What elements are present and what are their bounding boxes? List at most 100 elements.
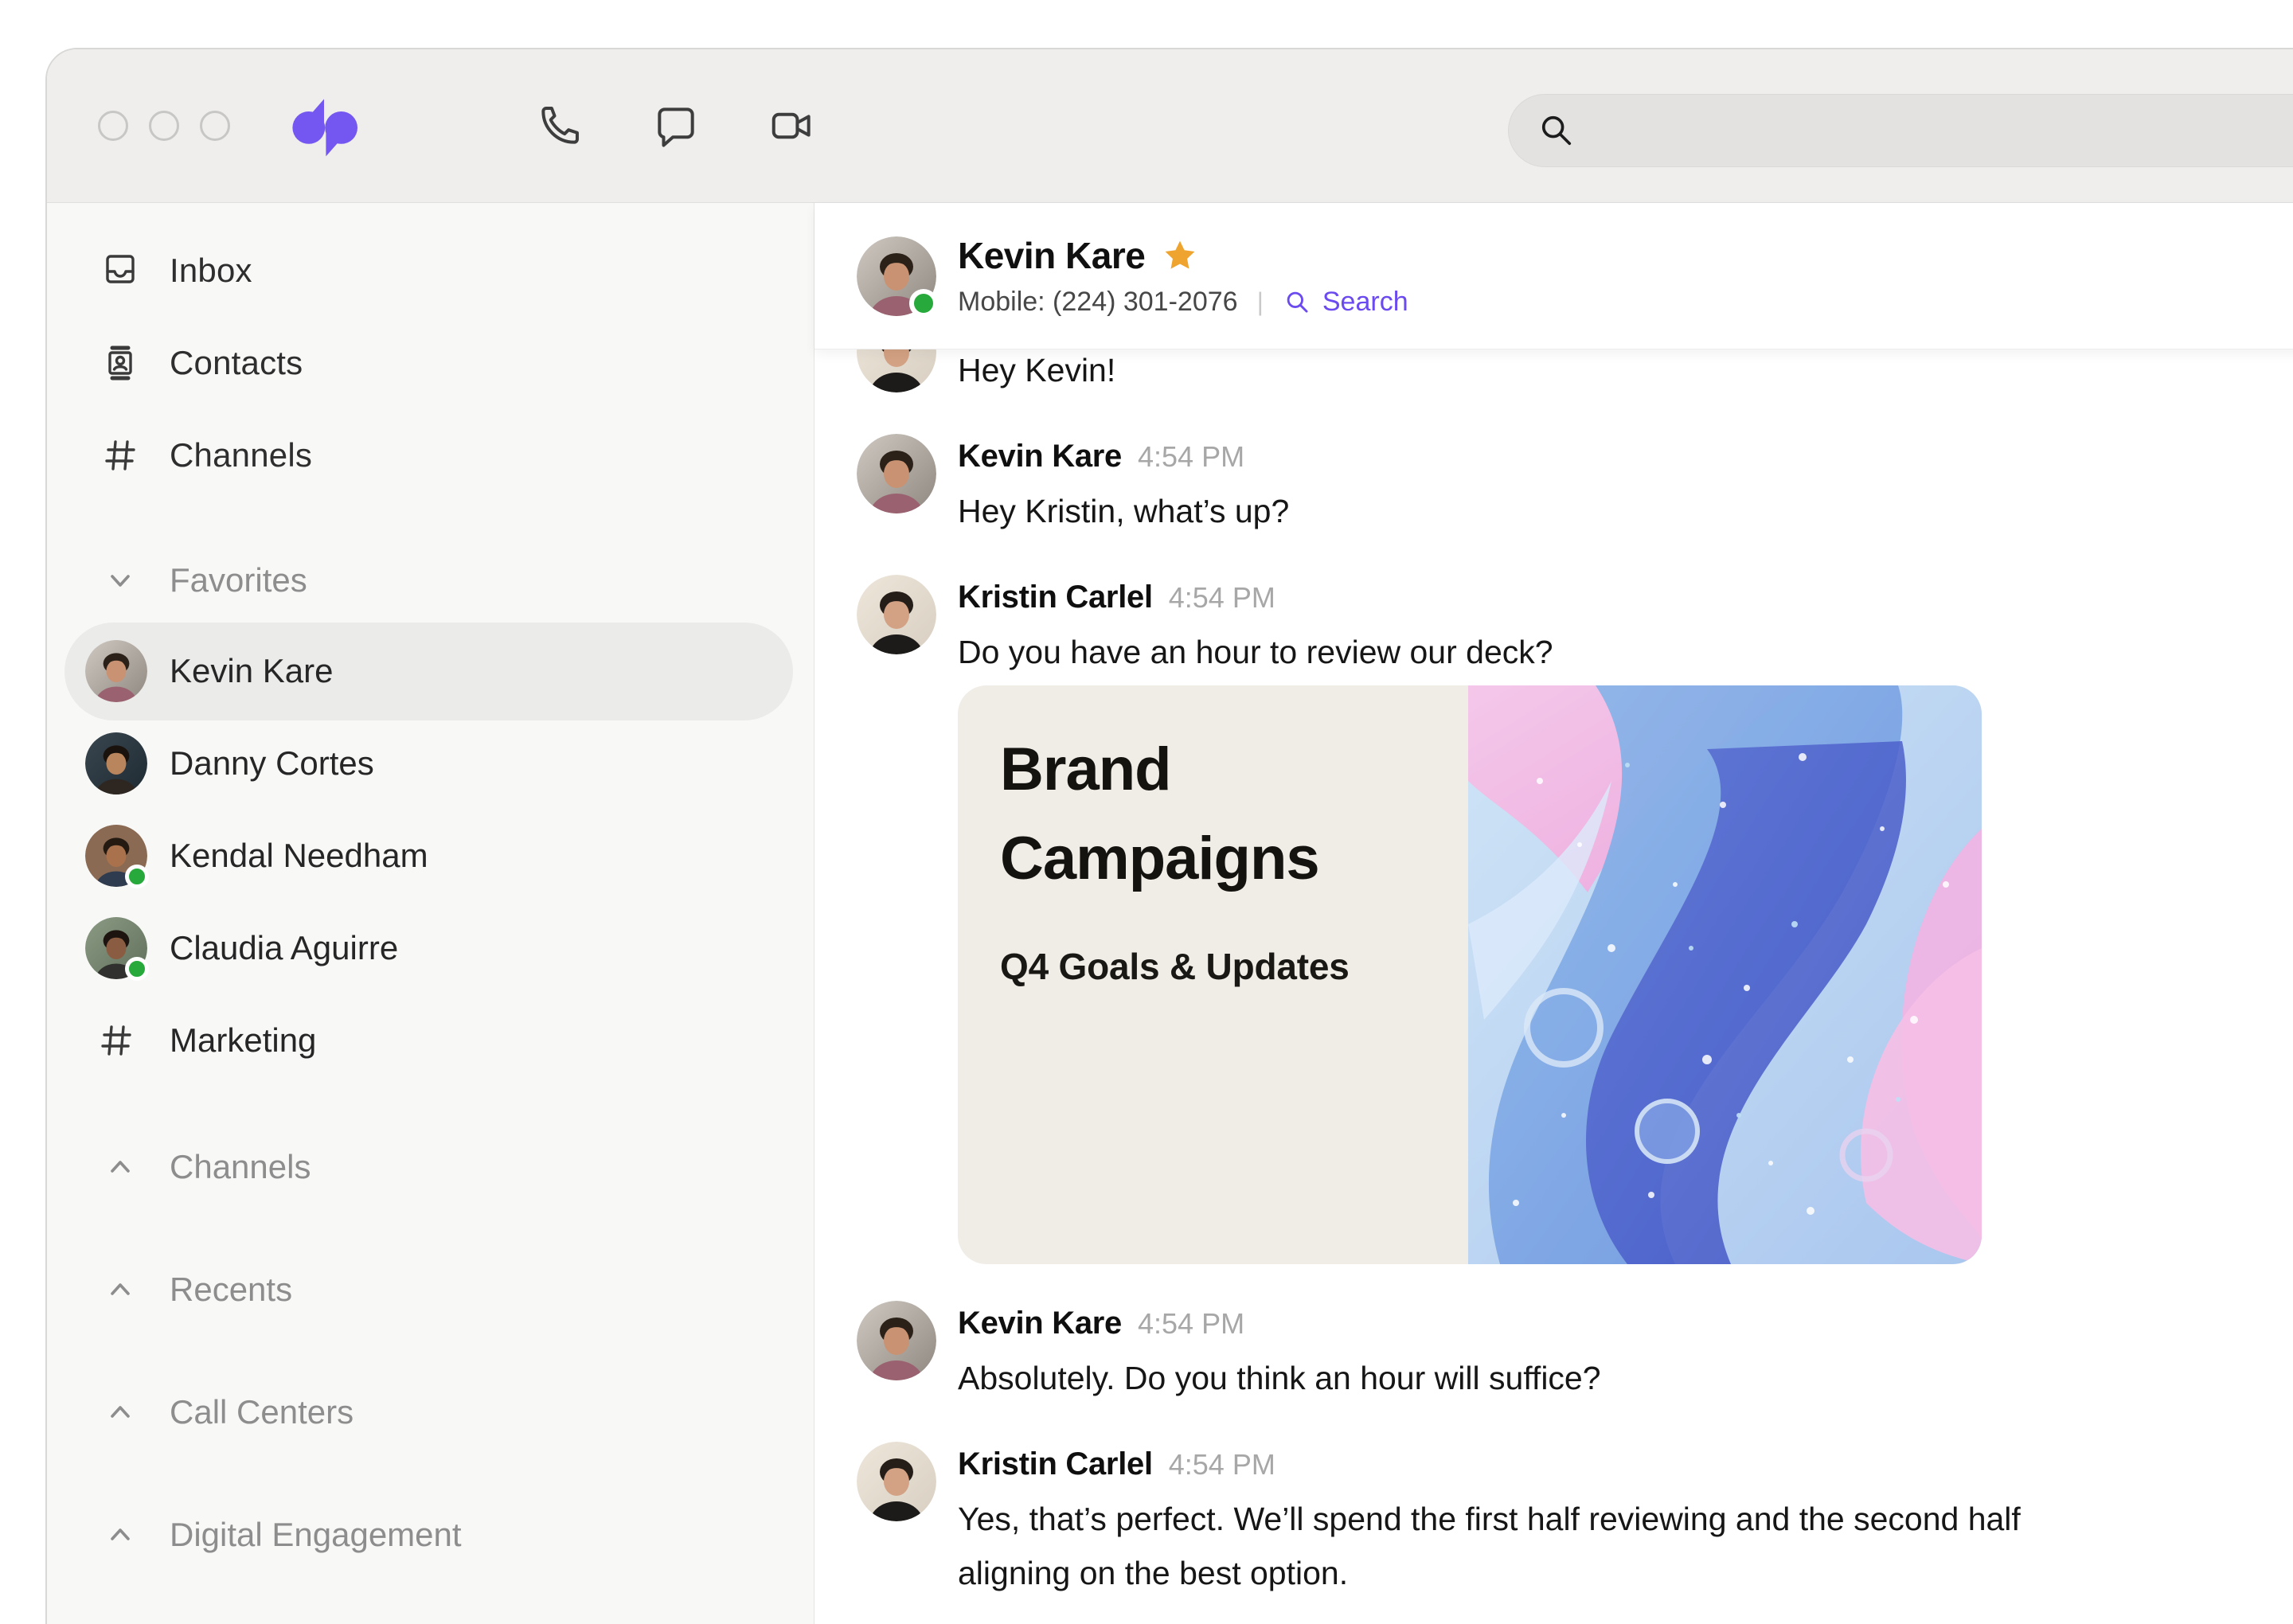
- sidebar-section-label: Recents: [170, 1271, 293, 1308]
- app-body: Inbox Contacts Channels Favorites Kevin Ka…: [47, 203, 2293, 1624]
- divider: [47, 1087, 814, 1106]
- attachment-title: Brand Campaigns: [1000, 736, 1320, 892]
- favorites-label: Favorites: [170, 561, 307, 599]
- chevron-down-icon: [104, 564, 136, 596]
- dialpad-logo-icon: [286, 66, 362, 185]
- sidebar-item-inbox[interactable]: Inbox: [47, 224, 814, 317]
- favorite-item-kendal-needham[interactable]: Kendal Needham: [47, 810, 814, 902]
- chevron-up-icon: [104, 1396, 136, 1428]
- attachment-text-panel: Brand Campaigns Q4 Goals & Updates: [958, 685, 1468, 1264]
- message-list[interactable]: Hey Kevin! Kevin Kare 4:54 PM Hey Kristin, …: [814, 349, 2293, 1624]
- search-icon: [1541, 115, 1572, 146]
- conversation-search-button[interactable]: Search: [1283, 287, 1408, 318]
- message-header: Kristin Carlel 4:54 PM: [958, 1442, 2057, 1487]
- avatar-claudia: [85, 917, 149, 981]
- message-header: Kristin Carlel 4:54 PM: [958, 575, 1982, 620]
- message: Kristin Carlel 4:54 PM Yes, that’s perfect…: [857, 1442, 2293, 1600]
- chevron-up-icon: [104, 1274, 136, 1306]
- window-control-icon[interactable]: [149, 111, 179, 141]
- presence-online-dot: [909, 288, 938, 318]
- window-controls: [98, 111, 230, 141]
- sidebar-section-call-centers[interactable]: Call Centers: [47, 1351, 814, 1474]
- avatar-kristin: [857, 1442, 936, 1521]
- sidebar-nav: Inbox Contacts Channels: [47, 224, 814, 502]
- attachment-card-brand-campaigns[interactable]: Brand Campaigns Q4 Goals & Updates: [958, 685, 1982, 1264]
- message-icon[interactable]: [650, 100, 702, 152]
- message: Hey Kevin!: [857, 349, 2293, 397]
- contact-phone: Mobile: (224) 301-2076: [958, 287, 1238, 317]
- favorite-item-label: Kevin Kare: [170, 652, 334, 689]
- message-text: Hey Kevin!: [958, 352, 1116, 388]
- message-text: Hey Kristin, what’s up?: [958, 493, 1290, 529]
- hash-icon: [101, 436, 139, 474]
- chevron-up-icon: [104, 1151, 136, 1183]
- message-text: Do you have an hour to review our deck?: [958, 634, 1553, 670]
- app-window: Inbox Contacts Channels Favorites Kevin Ka…: [45, 48, 2293, 1624]
- message: Kevin Kare 4:54 PM Hey Kristin, what’s up?: [857, 434, 2293, 538]
- sidebar-item-label: Contacts: [170, 344, 303, 381]
- favorite-item-kevin-kare[interactable]: Kevin Kare: [47, 623, 814, 720]
- favorite-item-label: Kendal Needham: [170, 837, 428, 874]
- global-search-input[interactable]: [1508, 94, 2293, 167]
- phone-icon[interactable]: [533, 100, 586, 152]
- message: Kevin Kare 4:54 PM Absolutely. Do you thin…: [857, 1301, 2293, 1405]
- message-author: Kevin Kare: [958, 1306, 1122, 1341]
- message-body: Kristin Carlel 4:54 PM Do you have an hour…: [958, 575, 1982, 1264]
- inbox-icon: [101, 252, 139, 290]
- sidebar-item-contacts[interactable]: Contacts: [47, 317, 814, 409]
- attachment-subtitle: Q4 Goals & Updates: [1000, 946, 1350, 987]
- titlebar-actions: [533, 100, 818, 152]
- window-control-icon[interactable]: [98, 111, 128, 141]
- presence-online-dot: [125, 957, 149, 981]
- message-text: Yes, that’s perfect. We’ll spend the fir…: [958, 1501, 2021, 1591]
- video-icon[interactable]: [766, 100, 818, 152]
- favorite-item-label: Claudia Aguirre: [170, 929, 399, 966]
- conversation-search-label: Search: [1322, 287, 1408, 317]
- star-icon[interactable]: [1162, 238, 1197, 273]
- message-timestamp: 4:54 PM: [1168, 581, 1275, 614]
- contact-card-icon: [101, 344, 139, 382]
- message: Kristin Carlel 4:54 PM Do you have an hour…: [857, 575, 2293, 1264]
- message-timestamp: 4:54 PM: [1138, 440, 1245, 473]
- attachment-artwork-image: [1468, 685, 1982, 1264]
- avatar-kendal: [85, 825, 149, 888]
- message-body: Kristin Carlel 4:54 PM Yes, that’s perfect…: [958, 1442, 2057, 1600]
- sidebar-section-recents[interactable]: Recents: [47, 1228, 814, 1351]
- favorites-section-header[interactable]: Favorites: [47, 536, 814, 625]
- avatar-kevin: [857, 1301, 936, 1380]
- divider: |: [1256, 287, 1264, 316]
- message-timestamp: 4:54 PM: [1168, 1448, 1275, 1481]
- hash-icon: [85, 1009, 147, 1072]
- avatar-danny: [85, 732, 147, 794]
- presence-online-dot: [125, 865, 149, 888]
- message-header: Kevin Kare 4:54 PM: [958, 1301, 1601, 1346]
- sidebar-section-channels[interactable]: Channels: [47, 1106, 814, 1228]
- screen: Inbox Contacts Channels Favorites Kevin Ka…: [0, 0, 2293, 1624]
- favorites-list: Kevin Kare Danny Cortes Kendal Needham Clau…: [47, 623, 814, 1087]
- message-author: Kevin Kare: [958, 439, 1122, 474]
- sidebar-sections: Channels Recents Call Centers Digital Engag…: [47, 1106, 814, 1596]
- favorite-item-claudia-aguirre[interactable]: Claudia Aguirre: [47, 902, 814, 994]
- window-control-icon[interactable]: [200, 111, 230, 141]
- avatar-kevin: [857, 434, 936, 513]
- message-body: Hey Kevin!: [958, 349, 1115, 397]
- favorite-item-marketing[interactable]: Marketing: [47, 994, 814, 1087]
- message-body: Kevin Kare 4:54 PM Absolutely. Do you thin…: [958, 1301, 1601, 1405]
- conversation-header: Kevin Kare Mobile: (224) 301-2076 | Sear…: [814, 203, 2293, 349]
- message-text: Absolutely. Do you think an hour will su…: [958, 1360, 1601, 1396]
- sidebar-item-label: Inbox: [170, 252, 252, 289]
- sidebar-section-label: Call Centers: [170, 1393, 354, 1431]
- message-author: Kristin Carlel: [958, 1446, 1153, 1482]
- message-timestamp: 4:54 PM: [1138, 1307, 1245, 1340]
- favorite-item-danny-cortes[interactable]: Danny Cortes: [47, 717, 814, 810]
- sidebar-section-label: Channels: [170, 1148, 311, 1185]
- sidebar-item-label: Channels: [170, 436, 313, 474]
- contact-name: Kevin Kare: [958, 235, 1146, 276]
- sidebar-section-digital-engagement[interactable]: Digital Engagement: [47, 1474, 814, 1596]
- sidebar: Inbox Contacts Channels Favorites Kevin Ka…: [47, 203, 814, 1624]
- conversation-pane: Kevin Kare Mobile: (224) 301-2076 | Sear…: [814, 203, 2293, 1624]
- favorite-item-label: Marketing: [170, 1021, 317, 1059]
- sidebar-section-label: Digital Engagement: [170, 1516, 462, 1553]
- sidebar-item-channels[interactable]: Channels: [47, 409, 814, 502]
- avatar-kristin: [857, 575, 936, 654]
